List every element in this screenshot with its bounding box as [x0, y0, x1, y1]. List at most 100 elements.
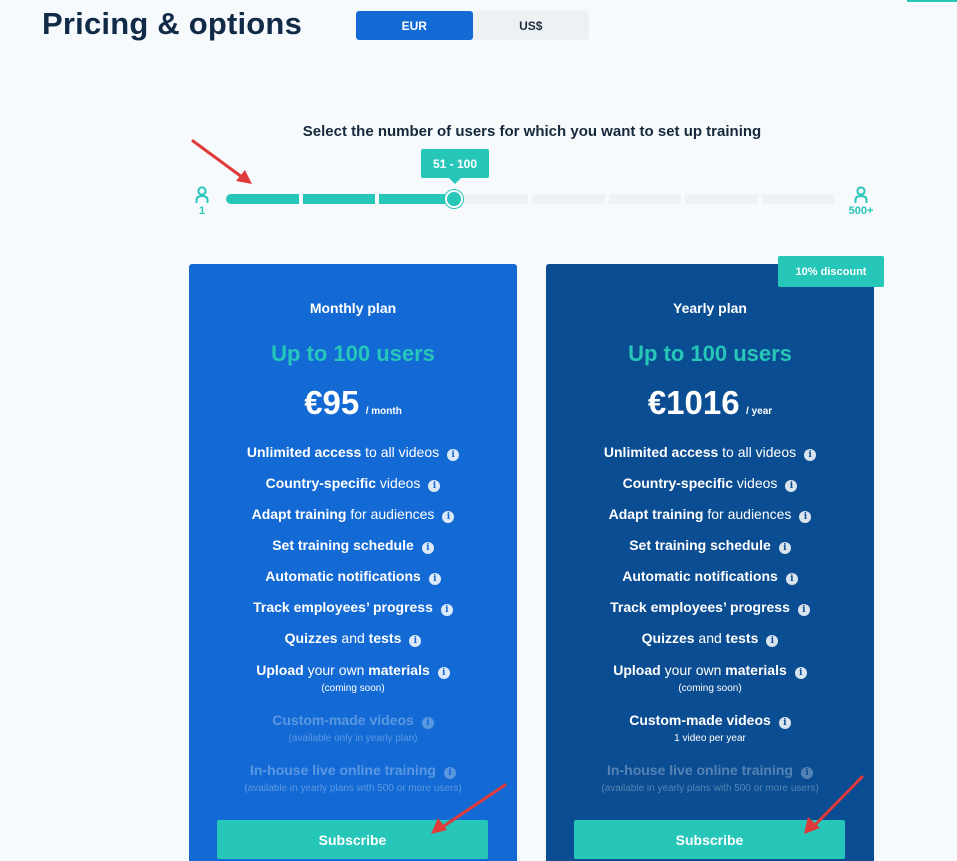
info-icon[interactable]: i [778, 542, 791, 554]
slider-segment[interactable] [302, 194, 375, 204]
yearly-plan-card: Yearly plan Up to 100 users €1016 / year… [546, 264, 874, 861]
info-icon[interactable]: i [785, 573, 798, 585]
slider-max-label: 500+ [848, 205, 874, 217]
subscribe-yearly-button[interactable]: Subscribe [574, 820, 845, 859]
feature-note: (available only in yearly plan) [288, 733, 418, 744]
feature-item: Upload your own materials i (coming soon) [546, 662, 874, 695]
feature-item: Country-specific videos i [546, 475, 874, 492]
feature-item: Adapt training for audiences i [546, 506, 874, 523]
feature-item: Quizzes and tests i [189, 630, 517, 647]
feature-text: and [337, 630, 369, 646]
annotation-arrow-slider [191, 139, 252, 184]
info-icon[interactable]: i [797, 604, 810, 616]
feature-item: Quizzes and tests i [546, 630, 874, 647]
info-icon[interactable]: i [800, 767, 813, 779]
price-amount: €95 [304, 384, 360, 421]
feature-item: Track employees’ progress i [546, 599, 874, 616]
feature-item: Unlimited access to all videos i [546, 444, 874, 461]
slider-min-label: 1 [198, 205, 206, 217]
feature-text: your own [660, 662, 726, 678]
feature-bold-text: Automatic notifications [265, 568, 421, 584]
feature-item: In-house live online training i (available… [189, 762, 517, 795]
feature-bold-text: materials [368, 662, 430, 678]
discount-badge: 10% discount [778, 256, 884, 287]
feature-bold-text: Adapt training [251, 506, 347, 522]
feature-text: your own [303, 662, 369, 678]
info-icon[interactable]: i [799, 511, 812, 523]
subscribe-monthly-button[interactable]: Subscribe [217, 820, 488, 859]
feature-bold-text: Set training schedule [629, 537, 771, 553]
feature-bold-text: Unlimited access [246, 444, 362, 460]
slider-segment[interactable] [761, 194, 834, 204]
feature-bold-text: tests [368, 630, 402, 646]
feature-bold-text: In-house live online training [250, 762, 436, 778]
feature-text: and [694, 630, 726, 646]
top-accent-bar [907, 0, 957, 2]
feature-bold-text: Upload [256, 662, 304, 678]
slider-segment[interactable] [455, 194, 528, 204]
plan-name: Yearly plan [673, 300, 747, 316]
feature-bold-text: Set training schedule [272, 537, 414, 553]
feature-item: Set training schedule i [189, 537, 517, 554]
feature-item: In-house live online training i (available… [546, 762, 874, 795]
feature-item: Unlimited access to all videos i [189, 444, 517, 461]
feature-bold-text: Automatic notifications [622, 568, 778, 584]
plan-user-limit: Up to 100 users [628, 341, 792, 366]
feature-note: (available in yearly plans with 500 or m… [601, 783, 819, 794]
feature-note: (available in yearly plans with 500 or m… [244, 783, 462, 794]
user-icon [195, 186, 209, 203]
currency-eur-button[interactable]: EUR [356, 11, 473, 40]
page-title: Pricing & options [42, 6, 303, 41]
info-icon[interactable]: i [421, 542, 434, 554]
feature-bold-text: Track employees’ progress [253, 599, 433, 615]
feature-bold-text: Quizzes [641, 630, 695, 646]
feature-text: videos [376, 475, 421, 491]
info-icon[interactable]: i [437, 667, 450, 679]
info-icon[interactable]: i [442, 511, 455, 523]
feature-bold-text: Unlimited access [603, 444, 719, 460]
users-slider-track[interactable] [226, 194, 834, 204]
feature-text: to all videos [718, 444, 797, 460]
slider-segment[interactable] [226, 194, 299, 204]
price-amount: €1016 [647, 384, 740, 421]
feature-item: Automatic notifications i [189, 568, 517, 585]
info-icon[interactable]: i [428, 573, 441, 585]
info-icon[interactable]: i [778, 717, 791, 729]
info-icon[interactable]: i [440, 604, 453, 616]
slider-heading: Select the number of users for which you… [302, 123, 762, 140]
feature-bold-text: Custom-made videos [272, 712, 414, 728]
plan-price: €1016 / year [546, 384, 874, 422]
users-slider-thumb[interactable] [445, 190, 463, 208]
info-icon[interactable]: i [804, 449, 817, 461]
info-icon[interactable]: i [409, 635, 422, 647]
user-icon [854, 186, 868, 203]
feature-item: Adapt training for audiences i [189, 506, 517, 523]
info-icon[interactable]: i [443, 767, 456, 779]
info-icon[interactable]: i [766, 635, 779, 647]
feature-item: Country-specific videos i [189, 475, 517, 492]
feature-bold-text: materials [725, 662, 787, 678]
slider-segment[interactable] [685, 194, 758, 204]
feature-item: Set training schedule i [546, 537, 874, 554]
slider-segment[interactable] [532, 194, 605, 204]
info-icon[interactable]: i [421, 717, 434, 729]
feature-bold-text: Country-specific [265, 475, 377, 491]
feature-bold-text: Track employees’ progress [610, 599, 790, 615]
feature-item: Track employees’ progress i [189, 599, 517, 616]
currency-toggle: EUR US$ [356, 11, 589, 40]
feature-text: videos [733, 475, 778, 491]
slider-max-marker: 500+ [841, 186, 881, 217]
feature-text: for audiences [703, 506, 792, 522]
info-icon[interactable]: i [428, 480, 441, 492]
info-icon[interactable]: i [794, 667, 807, 679]
slider-value-tooltip: 51 - 100 [421, 149, 489, 184]
feature-bold-text: tests [725, 630, 759, 646]
info-icon[interactable]: i [447, 449, 460, 461]
slider-segment[interactable] [608, 194, 681, 204]
currency-usd-button[interactable]: US$ [473, 11, 590, 40]
info-icon[interactable]: i [785, 480, 798, 492]
plan-user-limit: Up to 100 users [271, 341, 435, 366]
slider-segment[interactable] [379, 194, 452, 204]
price-period: / year [746, 406, 773, 417]
feature-item: Automatic notifications i [546, 568, 874, 585]
